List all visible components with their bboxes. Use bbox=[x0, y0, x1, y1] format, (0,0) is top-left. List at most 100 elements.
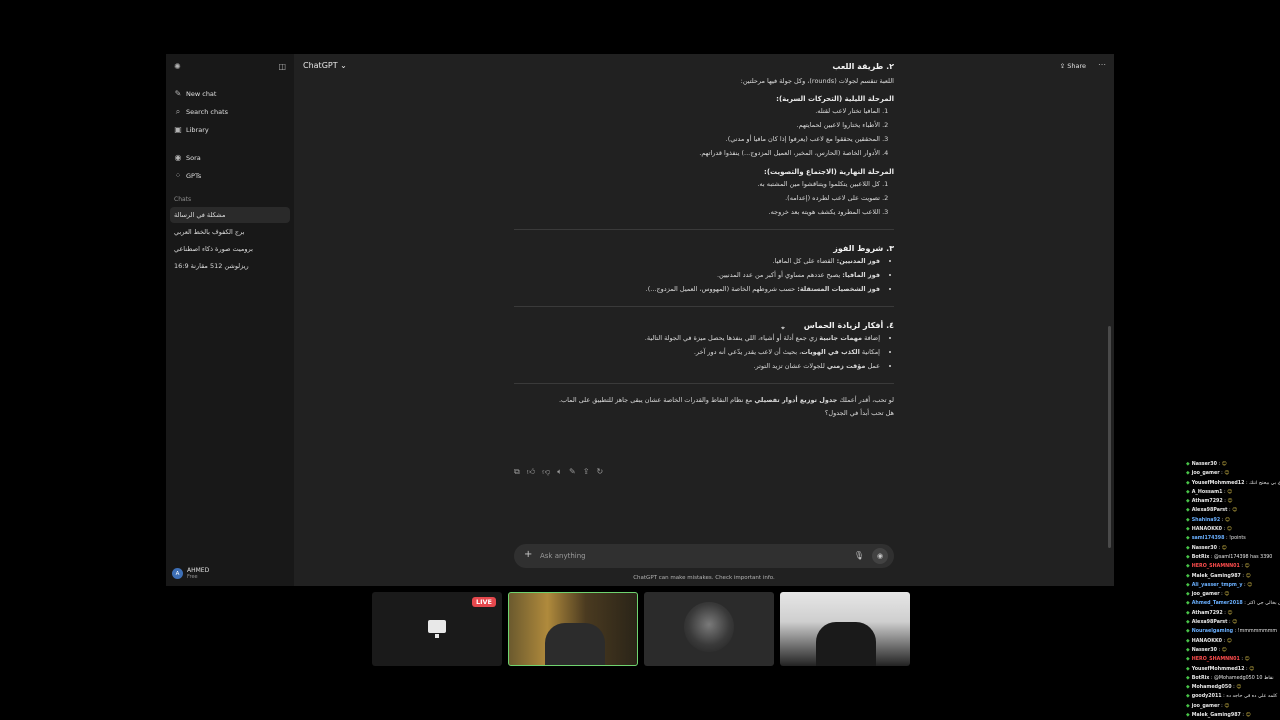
subheading: المرحلة الليلية (التحركات السرية): bbox=[776, 95, 894, 103]
thumbs-down-icon[interactable]: 👎︎ bbox=[542, 468, 550, 476]
list-item-bold: فوز المدنيين: bbox=[836, 257, 880, 265]
chat-badge-icon: ◆ bbox=[1186, 694, 1190, 700]
chat-username[interactable]: HANAOKK0 bbox=[1192, 639, 1222, 644]
edit-icon[interactable]: ✎ bbox=[569, 468, 576, 476]
chat-emote-icon: ☺ bbox=[1232, 508, 1238, 514]
chat-badge-icon: ◆ bbox=[1186, 554, 1190, 560]
chat-history-item[interactable]: مشكلة في الرسالة bbox=[170, 207, 290, 223]
chat-username[interactable]: Alexa98Parst bbox=[1192, 620, 1228, 625]
text: لو تحب، أقدر أعملك bbox=[837, 396, 894, 404]
chat-username[interactable]: Malek_Gaming987 bbox=[1192, 574, 1241, 579]
scrollbar[interactable] bbox=[1108, 326, 1111, 548]
sidebar-item-label: GPTs bbox=[186, 172, 202, 180]
participant-avatar-tile[interactable] bbox=[644, 592, 774, 666]
voice-mode-button[interactable]: ◉ bbox=[872, 548, 888, 564]
chat-username[interactable]: saml174398 bbox=[1192, 536, 1225, 541]
chat-username[interactable]: Nasser30 bbox=[1192, 462, 1217, 467]
chat-username[interactable]: Shahina92 bbox=[1192, 518, 1221, 523]
chat-badge-icon: ◆ bbox=[1186, 657, 1190, 663]
thumbs-up-icon[interactable]: 👍︎ bbox=[527, 468, 535, 476]
paragraph: اللعبة تنقسم لجولات (rounds)، وكل جولة ف… bbox=[740, 77, 894, 85]
chat-username[interactable]: Nouraelgaming bbox=[1192, 629, 1233, 634]
chat-badge-icon: ◆ bbox=[1186, 489, 1190, 495]
copy-icon[interactable]: ⧉ bbox=[514, 468, 520, 476]
disclaimer: ChatGPT can make mistakes. Check importa… bbox=[633, 575, 775, 581]
speaker-icon[interactable]: 🔈︎ bbox=[557, 468, 562, 476]
chat-badge-icon: ◆ bbox=[1186, 638, 1190, 644]
sidebar-item-library[interactable]: ▣ Library bbox=[166, 122, 294, 138]
openai-logo-icon[interactable]: ✺ bbox=[174, 63, 181, 71]
chat-username[interactable]: Mohamedg050 bbox=[1192, 685, 1232, 690]
chat-badge-icon: ◆ bbox=[1186, 517, 1190, 523]
chat-history-item[interactable]: بروميت صورة ذكاء اصطناعي bbox=[170, 241, 290, 257]
chat-badge-icon: ◆ bbox=[1186, 508, 1190, 514]
list-item-bold: فوز المافيا: bbox=[842, 271, 880, 279]
chat-emote-icon: ☺ bbox=[1244, 657, 1250, 663]
sidebar-item-sora[interactable]: ◉ Sora bbox=[166, 150, 294, 166]
chat-message: ◆ BotRix : @Mohamedg050 10 نقاط bbox=[1186, 674, 1280, 683]
chat-username[interactable]: Nasser30 bbox=[1192, 546, 1217, 551]
chat-username[interactable]: joo_gamer bbox=[1192, 471, 1220, 476]
webcam-tile[interactable] bbox=[780, 592, 910, 666]
chat-emote-icon: ☺ bbox=[1224, 471, 1230, 477]
user-profile[interactable]: A AHMED Free bbox=[172, 567, 209, 580]
chat-text: : ي بي بيحتج انتك bbox=[1244, 480, 1280, 486]
divider bbox=[514, 383, 894, 384]
chat-message: ◆ Shahina92 : ☺ bbox=[1186, 516, 1280, 525]
chat-username[interactable]: A_Hossam1 bbox=[1192, 490, 1223, 495]
chat-username[interactable]: HERO_SHAMNN01 bbox=[1192, 657, 1240, 662]
chat-username[interactable]: Malek_Gaming987 bbox=[1192, 713, 1241, 718]
chat-username[interactable]: Ahmed_Tamer2018 bbox=[1192, 601, 1243, 606]
share-label: Share bbox=[1067, 62, 1086, 70]
chat-emote-icon: ☺ bbox=[1226, 638, 1232, 644]
chat-message: ◆ Mohamedg050 : ☺ bbox=[1186, 683, 1280, 692]
chat-emote-icon: ☺ bbox=[1227, 499, 1233, 505]
microphone-icon[interactable]: 🎙 bbox=[854, 551, 864, 560]
chat-username[interactable]: joo_gamer bbox=[1192, 704, 1220, 709]
user-name: AHMED bbox=[187, 567, 210, 574]
chat-history-item[interactable]: ريزلوشن 512 مقارنة 16:9 bbox=[170, 258, 290, 274]
regenerate-icon[interactable]: ↻ bbox=[596, 468, 603, 476]
chat-message: ◆ joo_gamer : ☺ bbox=[1186, 702, 1280, 711]
chat-username[interactable]: BotRix bbox=[1192, 555, 1210, 560]
chat-username[interactable]: goody2011 bbox=[1192, 694, 1222, 699]
chat-username[interactable]: Atham7292 bbox=[1192, 499, 1223, 504]
participant-silhouette bbox=[545, 623, 605, 665]
sidebar-item-label: New chat bbox=[186, 90, 217, 98]
chat-username[interactable]: joo_gamer bbox=[1192, 592, 1220, 597]
sidebar-toggle-icon[interactable]: ◫ bbox=[278, 63, 286, 71]
message-input[interactable]: Ask anything bbox=[540, 552, 586, 560]
bold-text: جدول توزيع أدوار تفصيلي bbox=[754, 396, 838, 404]
chat-text: : @Mohamedg050 10 نقاط bbox=[1209, 675, 1274, 681]
list-item: المحققين يحققوا مع لاعب (يعرفوا إذا كان … bbox=[514, 132, 880, 146]
sidebar-item-search-chats[interactable]: ⌕ Search chats bbox=[166, 104, 294, 120]
chat-username[interactable]: HERO_SHAMNN01 bbox=[1192, 564, 1240, 569]
chat-username[interactable]: Atham7292 bbox=[1192, 611, 1223, 616]
share-button[interactable]: ⇪ Share bbox=[1060, 62, 1086, 70]
list-item: تصويت على لاعب لطرده (إعدامه). bbox=[514, 191, 880, 205]
chat-username[interactable]: YousefMohmmed12 bbox=[1192, 481, 1245, 486]
chat-username[interactable]: YousefMohmmed12 bbox=[1192, 667, 1245, 672]
chat-emote-icon: ☺ bbox=[1232, 620, 1238, 626]
plus-icon[interactable]: + bbox=[524, 549, 532, 560]
screen-share-tile[interactable]: LIVE bbox=[372, 592, 502, 666]
more-options-button[interactable]: ⋯ bbox=[1098, 60, 1106, 69]
sidebar-item-new-chat[interactable]: ✎ New chat bbox=[166, 86, 294, 102]
list-item: إمكانية الكذب في الهويات، بحيث أن لاعب ي… bbox=[514, 345, 880, 359]
chat-message: ◆ Atham7292 : ☺ bbox=[1186, 609, 1280, 618]
chat-username[interactable]: Nasser30 bbox=[1192, 648, 1217, 653]
chat-history-item[interactable]: برج الكفوف بالخط العربي bbox=[170, 224, 290, 240]
chat-username[interactable]: Alexa98Parst bbox=[1192, 508, 1228, 513]
sidebar-item-gpts[interactable]: ⁘ GPTs bbox=[166, 168, 294, 184]
monitor-icon bbox=[428, 620, 446, 638]
chat-username[interactable]: HANAOKK0 bbox=[1192, 527, 1222, 532]
share-icon[interactable]: ⇪ bbox=[583, 468, 590, 476]
webcam-tile[interactable] bbox=[508, 592, 638, 666]
message-actions: ⧉ 👍︎ 👎︎ 🔈︎ ✎ ⇪ ↻ bbox=[514, 468, 603, 476]
chat-message: ◆ YousefMohmmed12 : ☺ bbox=[1186, 665, 1280, 674]
chat-username[interactable]: BotRix bbox=[1192, 676, 1210, 681]
model-selector[interactable]: ChatGPT ⌄ bbox=[303, 61, 347, 70]
chat-username[interactable]: Ali_yasser_tmpm_y bbox=[1192, 583, 1243, 588]
chat-message: ◆ Malek_Gaming987 : ☺ bbox=[1186, 572, 1280, 581]
chat-message: ◆ Nasser30 : ☺ bbox=[1186, 460, 1280, 469]
